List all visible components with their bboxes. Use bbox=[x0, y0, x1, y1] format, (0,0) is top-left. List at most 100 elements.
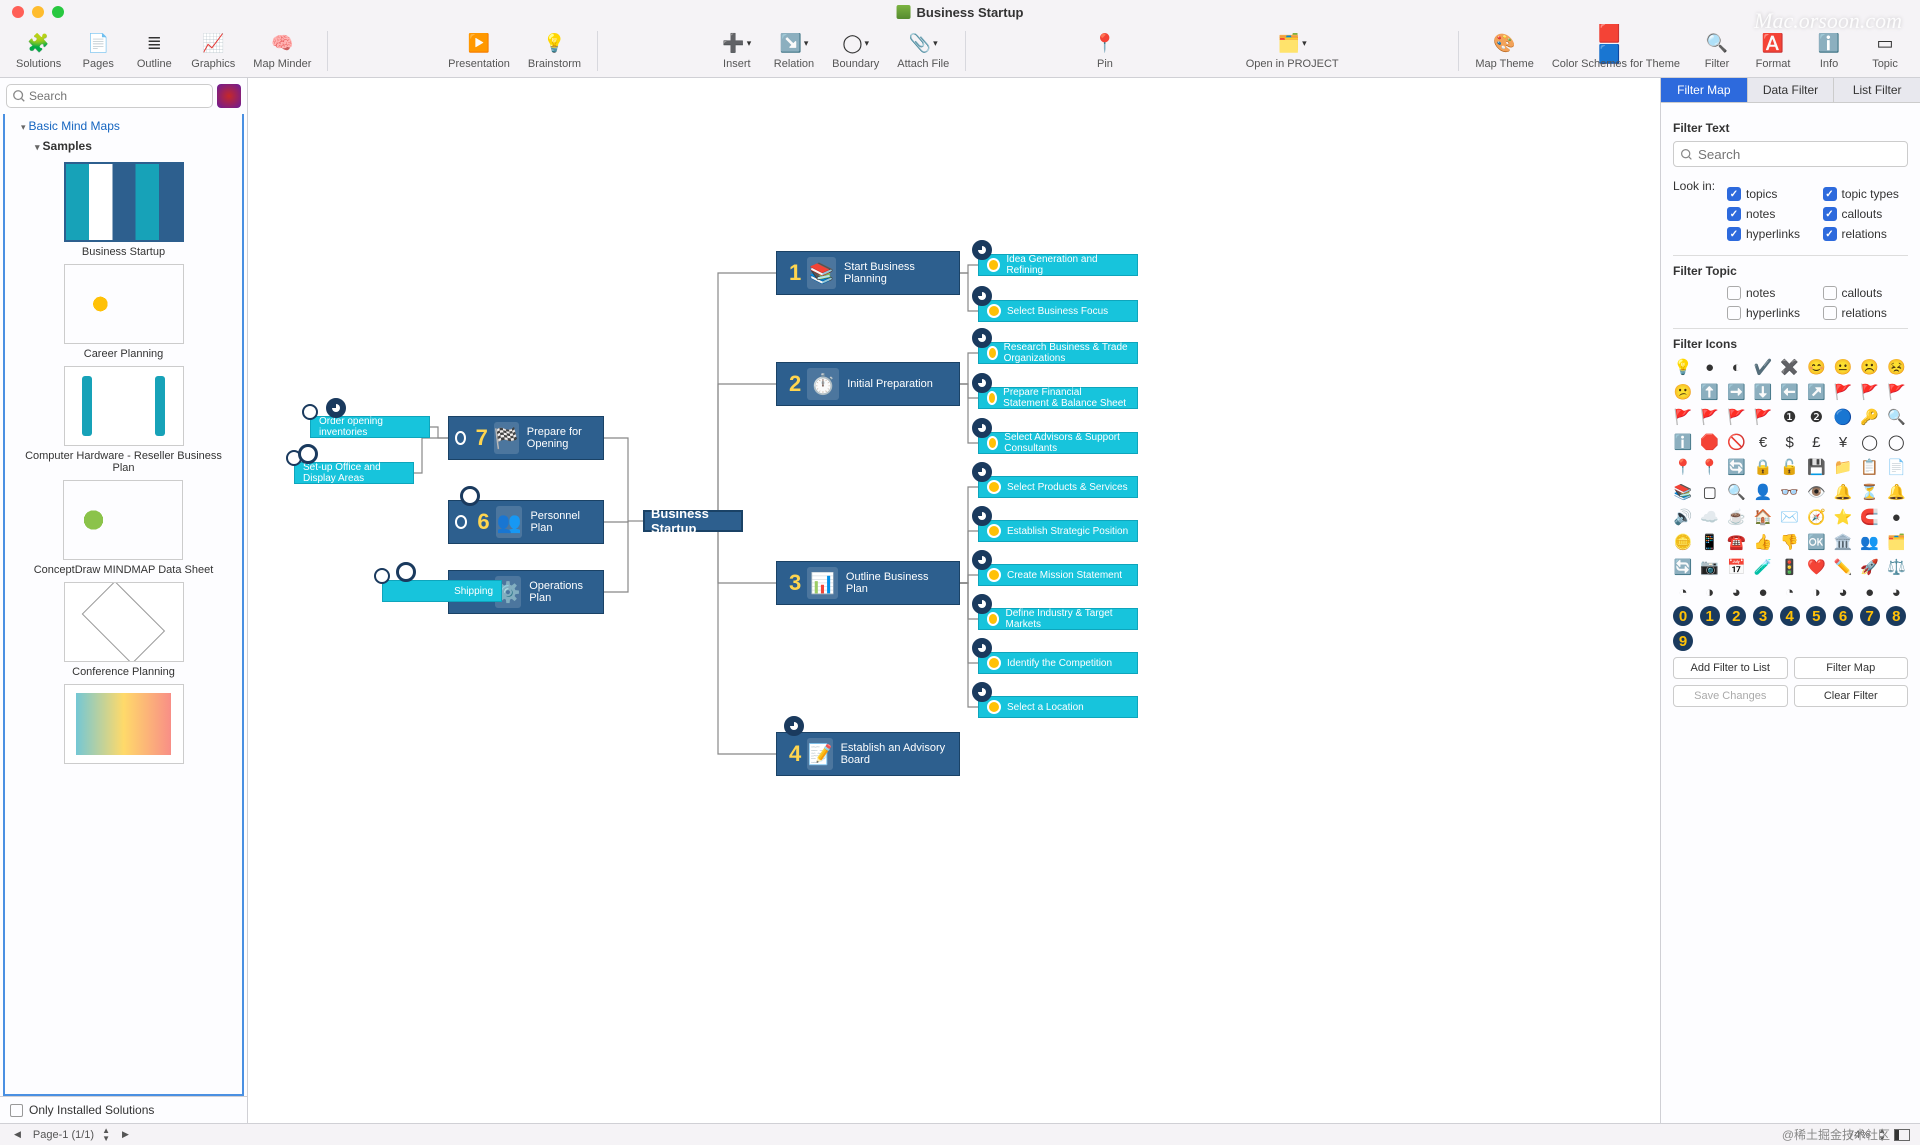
filter-icon-item[interactable]: 💾 bbox=[1806, 457, 1826, 477]
filter-tab-2[interactable]: List Filter bbox=[1834, 78, 1920, 102]
toolbar-undefined[interactable]: 📍Pin bbox=[1080, 30, 1130, 72]
filter-icon-item[interactable]: 🧲 bbox=[1860, 507, 1880, 527]
maximize-window-button[interactable] bbox=[52, 6, 64, 18]
filter-tab-0[interactable]: Filter Map bbox=[1661, 78, 1748, 102]
filter-number-3[interactable]: 3 bbox=[1753, 606, 1773, 626]
toolbar-graphics[interactable]: 📈Graphics bbox=[185, 30, 241, 72]
filter-icon-item[interactable]: ● bbox=[1753, 582, 1773, 602]
filter-icon-item[interactable]: ⬆️ bbox=[1700, 382, 1720, 402]
filter-icon-item[interactable]: 📚 bbox=[1673, 482, 1693, 502]
filter-icon-item[interactable]: ▢ bbox=[1700, 482, 1720, 502]
filter-icon-item[interactable]: 🔵 bbox=[1833, 407, 1853, 427]
filter-number-8[interactable]: 8 bbox=[1886, 606, 1906, 626]
filter-icon-item[interactable]: 📱 bbox=[1700, 532, 1720, 552]
filter-icon-item[interactable]: 🗂️ bbox=[1886, 532, 1906, 552]
node-child-3-5[interactable]: Select a Location bbox=[978, 696, 1138, 718]
filter-icon-item[interactable]: 🚫 bbox=[1726, 432, 1746, 452]
filter-icon-item[interactable]: $ bbox=[1780, 432, 1800, 452]
toolbar-topic[interactable]: ▭Topic bbox=[1860, 30, 1910, 72]
topic-grid-3[interactable]: relations bbox=[1823, 306, 1909, 320]
toolbar-solutions[interactable]: 🧩Solutions bbox=[10, 30, 67, 72]
toolbar-pages[interactable]: 📄Pages bbox=[73, 30, 123, 72]
toolbar-insert[interactable]: ➕▾Insert bbox=[712, 30, 762, 72]
filter-number-4[interactable]: 4 bbox=[1780, 606, 1800, 626]
filter-icon-item[interactable]: 🪙 bbox=[1673, 532, 1693, 552]
filter-icon-item[interactable]: 📍 bbox=[1700, 457, 1720, 477]
filter-icon-item[interactable]: 📅 bbox=[1726, 557, 1746, 577]
node-lchild-5-0[interactable]: Shipping bbox=[382, 580, 502, 602]
filter-number-5[interactable]: 5 bbox=[1806, 606, 1826, 626]
filter-icon-item[interactable]: ⭐ bbox=[1833, 507, 1853, 527]
toolbar-mapminder[interactable]: 🧠Map Minder bbox=[247, 30, 317, 72]
prev-page-button[interactable]: ◀ bbox=[10, 1129, 25, 1140]
filter-tab-1[interactable]: Data Filter bbox=[1748, 78, 1835, 102]
filter-icon-item[interactable]: ➡️ bbox=[1726, 382, 1746, 402]
filter-icon-item[interactable]: ◕ bbox=[1833, 582, 1853, 602]
filter-icon-item[interactable]: ◯ bbox=[1860, 432, 1880, 452]
toolbar-colorscheme[interactable]: 🟥🟦Color Schemes for Theme bbox=[1546, 30, 1686, 72]
filter-icon-item[interactable]: £ bbox=[1806, 432, 1826, 452]
thumb-conf[interactable]: Conference Planning bbox=[64, 582, 184, 678]
filter-icon-item[interactable]: € bbox=[1753, 432, 1773, 452]
filter-icon-item[interactable]: ◑ bbox=[1700, 582, 1720, 602]
filter-number-7[interactable]: 7 bbox=[1860, 606, 1880, 626]
filter-icon-item[interactable]: 🔄 bbox=[1673, 557, 1693, 577]
toolbar-info[interactable]: ℹ️Info bbox=[1804, 30, 1854, 72]
filter-icon-item[interactable]: ◑ bbox=[1806, 582, 1826, 602]
filter-icon-item[interactable]: 💡 bbox=[1673, 357, 1693, 377]
filter-icon-item[interactable]: 🚩 bbox=[1860, 382, 1880, 402]
filter-icon-item[interactable]: 🔄 bbox=[1726, 457, 1746, 477]
node-child-3-2[interactable]: Create Mission Statement bbox=[978, 564, 1138, 586]
filter-icon-item[interactable]: 🚩 bbox=[1673, 407, 1693, 427]
filter-icon-item[interactable]: 🔍 bbox=[1726, 482, 1746, 502]
node-lchild-7-0[interactable]: Order opening inventories bbox=[310, 416, 430, 438]
filter-icon-item[interactable]: 🚩 bbox=[1886, 382, 1906, 402]
filter-icon-item[interactable]: 🔊 bbox=[1673, 507, 1693, 527]
filter-icon-item[interactable]: 😊 bbox=[1806, 357, 1826, 377]
filter-icon-item[interactable]: ❷ bbox=[1806, 407, 1826, 427]
filter-icon-item[interactable]: 🔍 bbox=[1886, 407, 1906, 427]
filter-icon-item[interactable]: ☎️ bbox=[1726, 532, 1746, 552]
filter-icon-item[interactable]: 🔑 bbox=[1860, 407, 1880, 427]
lookin-grid-5[interactable]: relations bbox=[1823, 227, 1909, 241]
filter-icon-item[interactable]: ◕ bbox=[1886, 582, 1906, 602]
filter-icon-item[interactable]: 🚀 bbox=[1860, 557, 1880, 577]
filter-number-9[interactable]: 9 bbox=[1673, 631, 1693, 651]
filter-icon-item[interactable]: 👤 bbox=[1753, 482, 1773, 502]
toolbar-filter[interactable]: 🔍Filter bbox=[1692, 30, 1742, 72]
node-left-7[interactable]: 7🏁Prepare for Opening bbox=[448, 416, 604, 460]
node-right-4[interactable]: 4📝Establish an Advisory Board bbox=[776, 732, 960, 776]
filter-icon-item[interactable]: ✉️ bbox=[1780, 507, 1800, 527]
clear-filter-button[interactable]: Clear Filter bbox=[1794, 685, 1909, 707]
node-child-2-2[interactable]: Select Advisors & Support Consultants bbox=[978, 432, 1138, 454]
filter-icon-item[interactable]: 🚦 bbox=[1780, 557, 1800, 577]
filter-icon-item[interactable]: 😐 bbox=[1833, 357, 1853, 377]
user-avatar[interactable] bbox=[217, 84, 241, 108]
toolbar-boundary[interactable]: ◯▾Boundary bbox=[826, 30, 885, 72]
filter-icon-item[interactable]: ● bbox=[1700, 357, 1720, 377]
filter-icon-item[interactable]: 📄 bbox=[1886, 457, 1906, 477]
toolbar-relation[interactable]: ↘️▾Relation bbox=[768, 30, 820, 72]
next-page-button[interactable]: ▶ bbox=[118, 1129, 133, 1140]
filter-number-1[interactable]: 1 bbox=[1700, 606, 1720, 626]
node-child-3-4[interactable]: Identify the Competition bbox=[978, 652, 1138, 674]
node-right-3[interactable]: 3📊Outline Business Plan bbox=[776, 561, 960, 605]
filter-icon-item[interactable]: 👍 bbox=[1753, 532, 1773, 552]
filter-icon-item[interactable]: 👥 bbox=[1860, 532, 1880, 552]
filter-icon-item[interactable]: 😣 bbox=[1886, 357, 1906, 377]
filter-icon-item[interactable]: 👎 bbox=[1780, 532, 1800, 552]
page-stepper[interactable]: ▲▼ bbox=[102, 1127, 110, 1143]
filter-icon-item[interactable]: 🔒 bbox=[1753, 457, 1773, 477]
node-left-6[interactable]: 6👥Personnel Plan bbox=[448, 500, 604, 544]
filter-icon-item[interactable]: ◐ bbox=[1726, 357, 1746, 377]
filter-icon-item[interactable]: ☹️ bbox=[1860, 357, 1880, 377]
filter-icon-item[interactable]: 🚩 bbox=[1700, 407, 1720, 427]
filter-number-2[interactable]: 2 bbox=[1726, 606, 1746, 626]
topic-grid-0[interactable]: notes bbox=[1727, 286, 1813, 300]
toolbar-attach[interactable]: 📎▾Attach File bbox=[891, 30, 955, 72]
filter-icon-item[interactable]: 👓 bbox=[1780, 482, 1800, 502]
zoom-stepper[interactable]: ▲▼ bbox=[1878, 1127, 1886, 1143]
filter-icon-item[interactable]: 🏛️ bbox=[1833, 532, 1853, 552]
filter-icon-item[interactable]: ◯ bbox=[1886, 432, 1906, 452]
filter-icon-item[interactable]: ⚖️ bbox=[1886, 557, 1906, 577]
